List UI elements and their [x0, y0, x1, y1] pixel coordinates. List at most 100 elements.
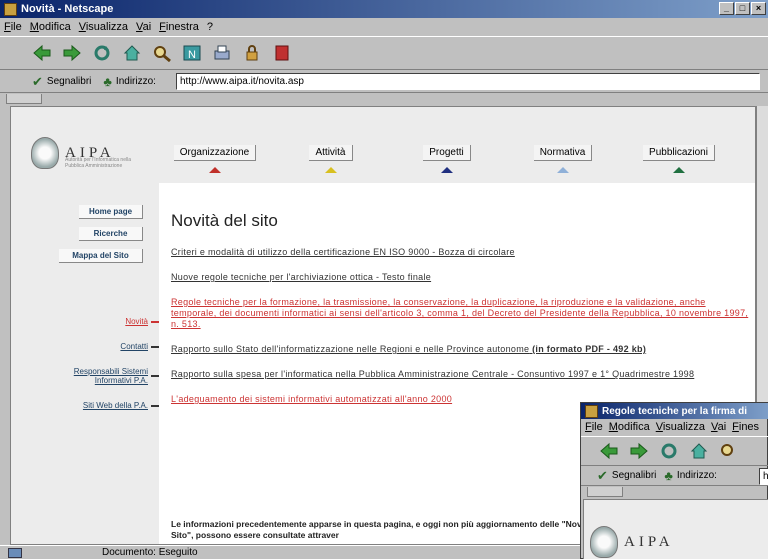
page-proxy-icon[interactable]: ♣ [103, 74, 112, 89]
stop-icon[interactable] [270, 41, 294, 65]
link-novita[interactable]: Novità [31, 317, 159, 326]
menu-vai[interactable]: Vai [136, 21, 151, 33]
nav-normativa[interactable]: Normativa [505, 145, 621, 173]
maximize-button[interactable]: □ [735, 2, 750, 15]
bookmarks-label[interactable]: Segnalibri [612, 470, 656, 481]
news-text[interactable]: Rapporto sullo Stato dell'informatizzazi… [171, 344, 529, 354]
bookmarks-icon[interactable]: ✔ [597, 468, 608, 484]
home-icon[interactable] [120, 41, 144, 65]
news-link[interactable]: Nuove regole tecniche per l'archiviazion… [171, 272, 749, 283]
second-window-toolbar [581, 436, 768, 466]
address-input[interactable]: h [759, 468, 768, 485]
nav-label[interactable]: Attività [309, 145, 353, 161]
menu-finestra[interactable]: Finestra [159, 21, 199, 33]
link-label[interactable]: Responsabili Sistemi Informativi P.A. [64, 367, 148, 385]
search-icon[interactable] [150, 41, 174, 65]
window-controls: _ □ × [719, 2, 766, 15]
news-link[interactable]: Criteri e modalità di utilizzo della cer… [171, 247, 749, 258]
nav-organizzazione[interactable]: Organizzazione [157, 145, 273, 173]
netscape-app-icon [4, 2, 17, 16]
status-text: Documento: Eseguito [102, 547, 198, 558]
security-icon[interactable] [240, 41, 264, 65]
emblem-icon [590, 526, 618, 558]
menu-file[interactable]: File [585, 421, 603, 433]
print-icon[interactable] [210, 41, 234, 65]
aipa-logo[interactable]: AIPA Autorità per l'Informatica nella Pu… [31, 137, 131, 169]
toolbar-collapse-tab[interactable] [0, 94, 768, 106]
news-link[interactable]: Regole tecniche per la formazione, la tr… [171, 297, 749, 330]
top-navigation: Organizzazione Attività Progetti Normati… [157, 145, 737, 173]
menu-help[interactable]: ? [207, 21, 213, 33]
news-text[interactable]: Criteri e modalità di utilizzo della cer… [171, 247, 515, 257]
toolbar-collapse-tab[interactable] [581, 487, 768, 499]
home-icon[interactable] [687, 439, 711, 463]
triangle-icon [673, 167, 685, 173]
nav-label[interactable]: Organizzazione [173, 145, 257, 161]
nav-pubblicazioni[interactable]: Pubblicazioni [621, 145, 737, 173]
menu-modifica[interactable]: Modifica [30, 21, 71, 33]
forward-icon[interactable] [60, 41, 84, 65]
news-list: Criteri e modalità di utilizzo della cer… [171, 247, 749, 419]
reload-icon[interactable] [657, 439, 681, 463]
navigation-toolbar: N [0, 36, 768, 70]
second-window-title: Regole tecniche per la firma di [602, 405, 748, 417]
sidebar-buttons: Home page Ricerche Mappa del Sito [55, 205, 143, 271]
news-text[interactable]: Nuove regole tecniche per l'archiviazion… [171, 272, 431, 282]
collapse-tab-handle[interactable] [587, 487, 623, 497]
menu-file[interactable]: File [4, 21, 22, 33]
search-icon[interactable] [717, 439, 741, 463]
ricerche-button[interactable]: Ricerche [79, 227, 143, 241]
link-contatti[interactable]: Contatti [31, 342, 159, 351]
nav-progetti[interactable]: Progetti [389, 145, 505, 173]
triangle-icon [325, 167, 337, 173]
news-link[interactable]: Rapporto sullo Stato dell'informatizzazi… [171, 344, 749, 355]
forward-icon[interactable] [627, 439, 651, 463]
back-icon[interactable] [597, 439, 621, 463]
menu-modifica[interactable]: Modifica [609, 421, 650, 433]
dash-icon [151, 375, 159, 377]
svg-text:N: N [188, 49, 196, 61]
reload-icon[interactable] [90, 41, 114, 65]
news-link[interactable]: Rapporto sulla spesa per l'informatica n… [171, 369, 749, 380]
minimize-button[interactable]: _ [719, 2, 734, 15]
link-label[interactable]: Contatti [120, 342, 148, 351]
nav-label[interactable]: Normativa [533, 145, 593, 161]
home-page-button[interactable]: Home page [79, 205, 143, 219]
triangle-icon [557, 167, 569, 173]
menu-visualizza[interactable]: Visualizza [79, 21, 128, 33]
page-proxy-icon[interactable]: ♣ [664, 468, 673, 483]
nav-attivita[interactable]: Attività [273, 145, 389, 173]
nav-label[interactable]: Progetti [423, 145, 471, 161]
menu-visualizza[interactable]: Visualizza [656, 421, 705, 433]
emblem-icon [31, 137, 59, 169]
back-icon[interactable] [30, 41, 54, 65]
netscape-icon[interactable]: N [180, 41, 204, 65]
menu-finestra[interactable]: Fines [732, 421, 759, 433]
news-text[interactable]: Regole tecniche per la formazione, la tr… [171, 297, 748, 329]
news-text[interactable]: Rapporto sulla spesa per l'informatica n… [171, 369, 694, 379]
link-siti-web[interactable]: Siti Web della P.A. [31, 401, 159, 410]
window-title: Novità - Netscape [21, 3, 114, 15]
address-input[interactable]: http://www.aipa.it/novita.asp [176, 73, 760, 90]
link-responsabili[interactable]: Responsabili Sistemi Informativi P.A. [31, 367, 159, 385]
mappa-sito-button[interactable]: Mappa del Sito [59, 249, 143, 263]
bookmarks-label[interactable]: Segnalibri [47, 76, 91, 87]
collapse-tab-handle[interactable] [6, 94, 42, 104]
address-label: Indirizzo: [676, 470, 717, 481]
news-text[interactable]: L'adeguamento dei sistemi informativi au… [171, 394, 452, 404]
menu-vai[interactable]: Vai [711, 421, 726, 433]
triangle-icon [441, 167, 453, 173]
footnote-text: Le informazioni precedentemente apparse … [171, 519, 607, 540]
address-label: Indirizzo: [115, 76, 156, 87]
aipa-logo[interactable]: AIPA [590, 526, 674, 558]
link-label[interactable]: Siti Web della P.A. [83, 401, 148, 410]
second-window[interactable]: Regole tecniche per la firma di File Mod… [580, 402, 768, 559]
second-window-title-bar[interactable]: Regole tecniche per la firma di [581, 403, 768, 419]
bookmarks-icon[interactable]: ✔ [32, 74, 43, 90]
menu-bar: File Modifica Visualizza Vai Finestra ? [0, 18, 768, 36]
close-button[interactable]: × [751, 2, 766, 15]
second-window-viewport: AIPA [583, 499, 768, 559]
link-label[interactable]: Novità [125, 317, 148, 326]
dash-icon [151, 320, 159, 323]
nav-label[interactable]: Pubblicazioni [643, 145, 715, 161]
